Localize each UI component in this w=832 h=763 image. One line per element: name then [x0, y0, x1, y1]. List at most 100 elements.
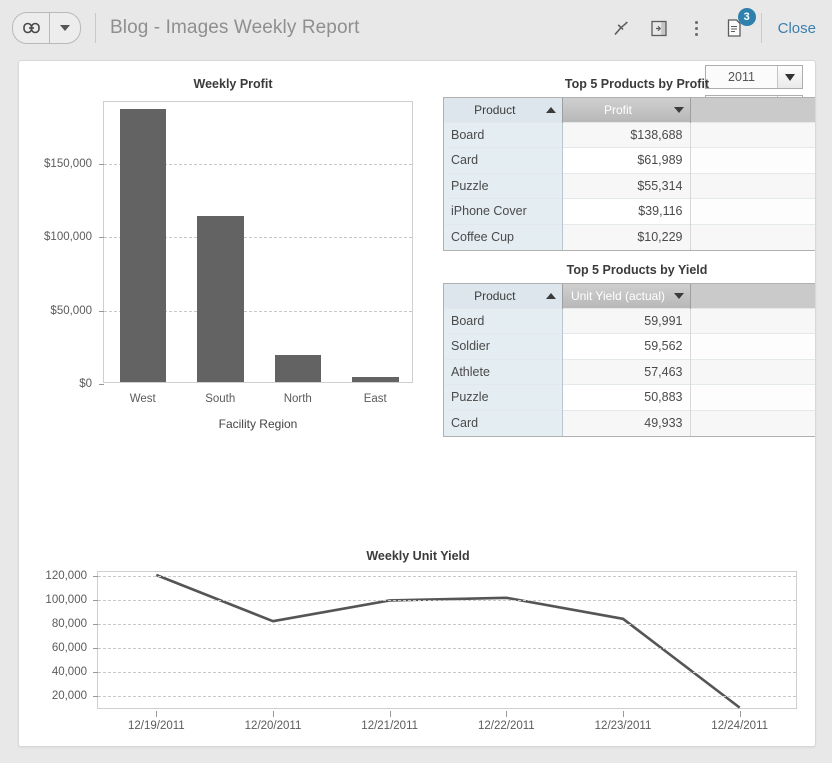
toolbar-divider-left — [95, 13, 96, 43]
cell-unit-yield: 49,933 — [562, 410, 690, 436]
y-axis-tick-label: $150,000 — [44, 158, 92, 170]
cell-blank — [690, 308, 816, 334]
cell-blank — [690, 148, 816, 174]
cell-blank — [690, 410, 816, 436]
top-products-by-yield-body: Board 59,991 Soldier 59,562 Athlete 57,4… — [444, 308, 816, 436]
x-tickmark — [740, 711, 741, 717]
y-axis-tick-label: $0 — [79, 378, 92, 390]
y-tickmark — [93, 696, 98, 697]
cell-product: Card — [444, 148, 562, 174]
cell-profit: $138,688 — [562, 122, 690, 148]
toolbar-actions: 3 — [611, 17, 747, 39]
x-axis-tick-label: North — [284, 393, 312, 405]
chevron-down-icon — [60, 25, 70, 31]
column-header-blank[interactable] — [690, 284, 816, 308]
gridline — [98, 624, 796, 625]
x-axis-tick-label: 12/22/2011 — [478, 720, 535, 732]
bar-south[interactable] — [197, 216, 244, 382]
column-header-product-label: Product — [450, 103, 540, 117]
top-products-by-yield-grid[interactable]: Product Unit Yield (actual) — [443, 283, 816, 437]
cell-profit: $61,989 — [562, 148, 690, 174]
cell-profit: $39,116 — [562, 199, 690, 225]
y-axis-tick-label: 60,000 — [52, 642, 87, 654]
cell-blank — [690, 359, 816, 385]
table-row[interactable]: Card $61,989 — [444, 148, 816, 174]
cell-unit-yield: 59,991 — [562, 308, 690, 334]
y-axis-tick-label: $100,000 — [44, 231, 92, 243]
cell-blank — [690, 334, 816, 360]
cell-unit-yield: 57,463 — [562, 359, 690, 385]
notification-badge: 3 — [738, 8, 756, 26]
link-button-group[interactable] — [12, 12, 81, 44]
y-axis-tick-label: 20,000 — [52, 690, 87, 702]
page-title: Blog - Images Weekly Report — [110, 17, 359, 39]
x-tickmark — [156, 711, 157, 717]
gridline — [98, 648, 796, 649]
panel-toggle-icon[interactable] — [649, 17, 669, 39]
y-axis-tick-label: 40,000 — [52, 666, 87, 678]
close-button[interactable]: Close — [778, 20, 816, 37]
sort-ascending-icon — [546, 107, 556, 113]
table-header-row: Product Unit Yield (actual) — [444, 284, 816, 308]
cell-blank — [690, 199, 816, 225]
cell-product: Board — [444, 122, 562, 148]
bar-west[interactable] — [120, 109, 167, 382]
table-row[interactable]: Athlete 57,463 — [444, 359, 816, 385]
x-tickmark — [623, 711, 624, 717]
bar-east[interactable] — [352, 377, 399, 382]
panel-toggle-glyph — [651, 20, 667, 37]
table-row[interactable]: Card 49,933 — [444, 410, 816, 436]
table-row[interactable]: Board 59,991 — [444, 308, 816, 334]
column-header-unit-yield[interactable]: Unit Yield (actual) — [562, 284, 690, 308]
column-header-blank[interactable] — [690, 98, 816, 122]
column-header-product[interactable]: Product — [444, 98, 562, 122]
column-header-unit-yield-label: Unit Yield (actual) — [569, 289, 668, 303]
chain-link-glyph — [23, 22, 40, 34]
weekly-unit-yield-plot-area: 20,00040,00060,00080,000100,000120,00012… — [97, 571, 797, 709]
cell-product: Puzzle — [444, 173, 562, 199]
cell-product: iPhone Cover — [444, 199, 562, 225]
sort-descending-icon — [674, 293, 684, 299]
sort-ascending-icon — [546, 293, 556, 299]
top-products-by-profit-grid[interactable]: Product Profit — [443, 97, 816, 251]
cell-product: Puzzle — [444, 385, 562, 411]
y-tickmark — [93, 600, 98, 601]
weekly-unit-yield-chart-title: Weekly Unit Yield — [33, 549, 803, 563]
link-dropdown-button[interactable] — [50, 13, 80, 43]
bar-north[interactable] — [275, 355, 322, 382]
column-header-profit[interactable]: Profit — [562, 98, 690, 122]
table-row[interactable]: Puzzle $55,314 — [444, 173, 816, 199]
cell-profit: $10,229 — [562, 224, 690, 250]
top-products-by-profit-body: Board $138,688 Card $61,989 Puzzle $55,3… — [444, 122, 816, 250]
weekly-unit-yield-chart: Weekly Unit Yield 20,00040,00060,00080,0… — [33, 549, 803, 739]
table-row[interactable]: Soldier 59,562 — [444, 334, 816, 360]
gridline — [98, 600, 796, 601]
more-options-icon[interactable] — [687, 17, 707, 39]
column-header-product[interactable]: Product — [444, 284, 562, 308]
y-tickmark — [93, 648, 98, 649]
cell-product: Athlete — [444, 359, 562, 385]
chain-link-icon[interactable] — [13, 13, 50, 43]
table-row[interactable]: Puzzle 50,883 — [444, 385, 816, 411]
x-axis-tick-label: 12/20/2011 — [245, 720, 302, 732]
top-products-by-yield-block: Top 5 Products by Yield Product Uni — [443, 263, 816, 437]
x-axis-tick-label: South — [205, 393, 235, 405]
report-panel: 2011 51.00 Weekly Profit $0$50,000$100,0… — [18, 60, 816, 747]
cell-blank — [690, 173, 816, 199]
pin-route-icon[interactable] — [611, 17, 631, 39]
table-header-row: Product Profit — [444, 98, 816, 122]
x-axis-tick-label: West — [130, 393, 156, 405]
cell-unit-yield: 50,883 — [562, 385, 690, 411]
x-axis-tick-label: 12/19/2011 — [128, 720, 185, 732]
weekly-unit-yield-line — [98, 572, 798, 710]
weekly-profit-chart: Weekly Profit $0$50,000$100,000$150,000W… — [33, 77, 433, 547]
weekly-profit-chart-title: Weekly Profit — [33, 77, 433, 91]
x-axis-tick-label: 12/23/2011 — [595, 720, 652, 732]
document-icon[interactable]: 3 — [725, 17, 745, 39]
table-row[interactable]: Coffee Cup $10,229 — [444, 224, 816, 250]
table-row[interactable]: iPhone Cover $39,116 — [444, 199, 816, 225]
cell-unit-yield: 59,562 — [562, 334, 690, 360]
column-header-profit-label: Profit — [569, 103, 668, 117]
y-tickmark — [99, 237, 104, 238]
table-row[interactable]: Board $138,688 — [444, 122, 816, 148]
